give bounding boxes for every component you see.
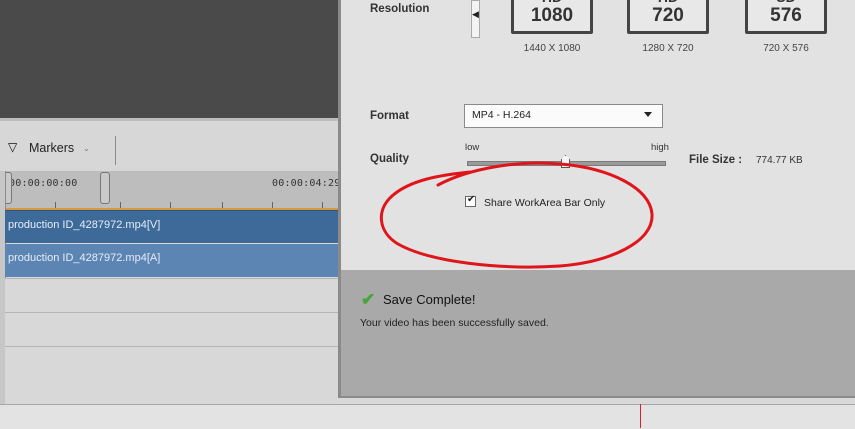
resolution-option-hd-720[interactable]: HD 720 bbox=[627, 0, 709, 34]
resolution-option-sd-576[interactable]: SD 576 bbox=[745, 0, 827, 34]
export-settings-area bbox=[341, 0, 855, 270]
file-size-value: 774.77 KB bbox=[756, 155, 803, 166]
empty-track-lane[interactable] bbox=[5, 346, 338, 405]
program-monitor bbox=[0, 0, 338, 118]
markers-menu[interactable]: Markers bbox=[29, 141, 74, 155]
resolution-number: 1080 bbox=[530, 5, 574, 26]
chevron-down-icon[interactable] bbox=[644, 112, 652, 117]
clip-label: production ID_4287972.mp4[V] bbox=[8, 219, 161, 231]
resolution-label: Resolution bbox=[370, 3, 430, 15]
quality-high-label: high bbox=[651, 142, 669, 153]
resolution-dims: 1440 X 1080 bbox=[523, 43, 581, 54]
resolution-option-hd-1080[interactable]: HD 1080 bbox=[511, 0, 593, 34]
playhead-line[interactable] bbox=[640, 404, 641, 428]
time-ruler[interactable] bbox=[0, 171, 338, 209]
clip-label: production ID_4287972.mp4[A] bbox=[8, 252, 161, 264]
video-track-clip[interactable]: production ID_4287972.mp4[V] bbox=[5, 210, 338, 243]
checkmark-icon: ✔ bbox=[361, 290, 376, 309]
audio-track-clip[interactable]: production ID_4287972.mp4[A] bbox=[5, 244, 338, 277]
format-label: Format bbox=[370, 110, 409, 122]
share-workarea-label[interactable]: Share WorkArea Bar Only bbox=[484, 197, 605, 209]
resolution-dims: 1280 X 720 bbox=[642, 43, 694, 54]
checkmark-icon: ✔ bbox=[467, 194, 476, 205]
format-value: MP4 - H.264 bbox=[472, 109, 531, 121]
resolution-dims: 720 X 576 bbox=[763, 43, 809, 54]
chevron-left-icon: ◀ bbox=[472, 9, 479, 19]
chevron-down-icon[interactable]: ⌄ bbox=[83, 144, 90, 153]
resolution-number: 576 bbox=[770, 5, 802, 26]
status-title: Save Complete! bbox=[383, 292, 476, 307]
empty-track-lane[interactable] bbox=[5, 278, 338, 312]
share-workarea-checkbox[interactable]: ✔ bbox=[465, 194, 476, 207]
funnel-icon[interactable]: ▽ bbox=[8, 140, 17, 154]
status-area bbox=[341, 270, 855, 396]
workarea-end-handle[interactable] bbox=[100, 172, 110, 204]
start-timecode: 00:00:00:00 bbox=[9, 178, 78, 189]
resolution-scroll-left[interactable]: ◀ bbox=[471, 0, 480, 38]
empty-track-lane[interactable] bbox=[5, 312, 338, 346]
quality-low-label: low bbox=[465, 142, 480, 153]
quality-label: Quality bbox=[370, 153, 409, 165]
status-message: Your video has been successfully saved. bbox=[360, 317, 549, 329]
header-divider bbox=[115, 136, 116, 165]
format-select[interactable]: MP4 - H.264 bbox=[464, 104, 663, 128]
file-size-label: File Size : bbox=[689, 154, 743, 166]
end-timecode: 00:00:04:29 bbox=[272, 178, 341, 189]
timeline-bottom-bar bbox=[0, 404, 855, 429]
resolution-number: 720 bbox=[652, 5, 684, 26]
